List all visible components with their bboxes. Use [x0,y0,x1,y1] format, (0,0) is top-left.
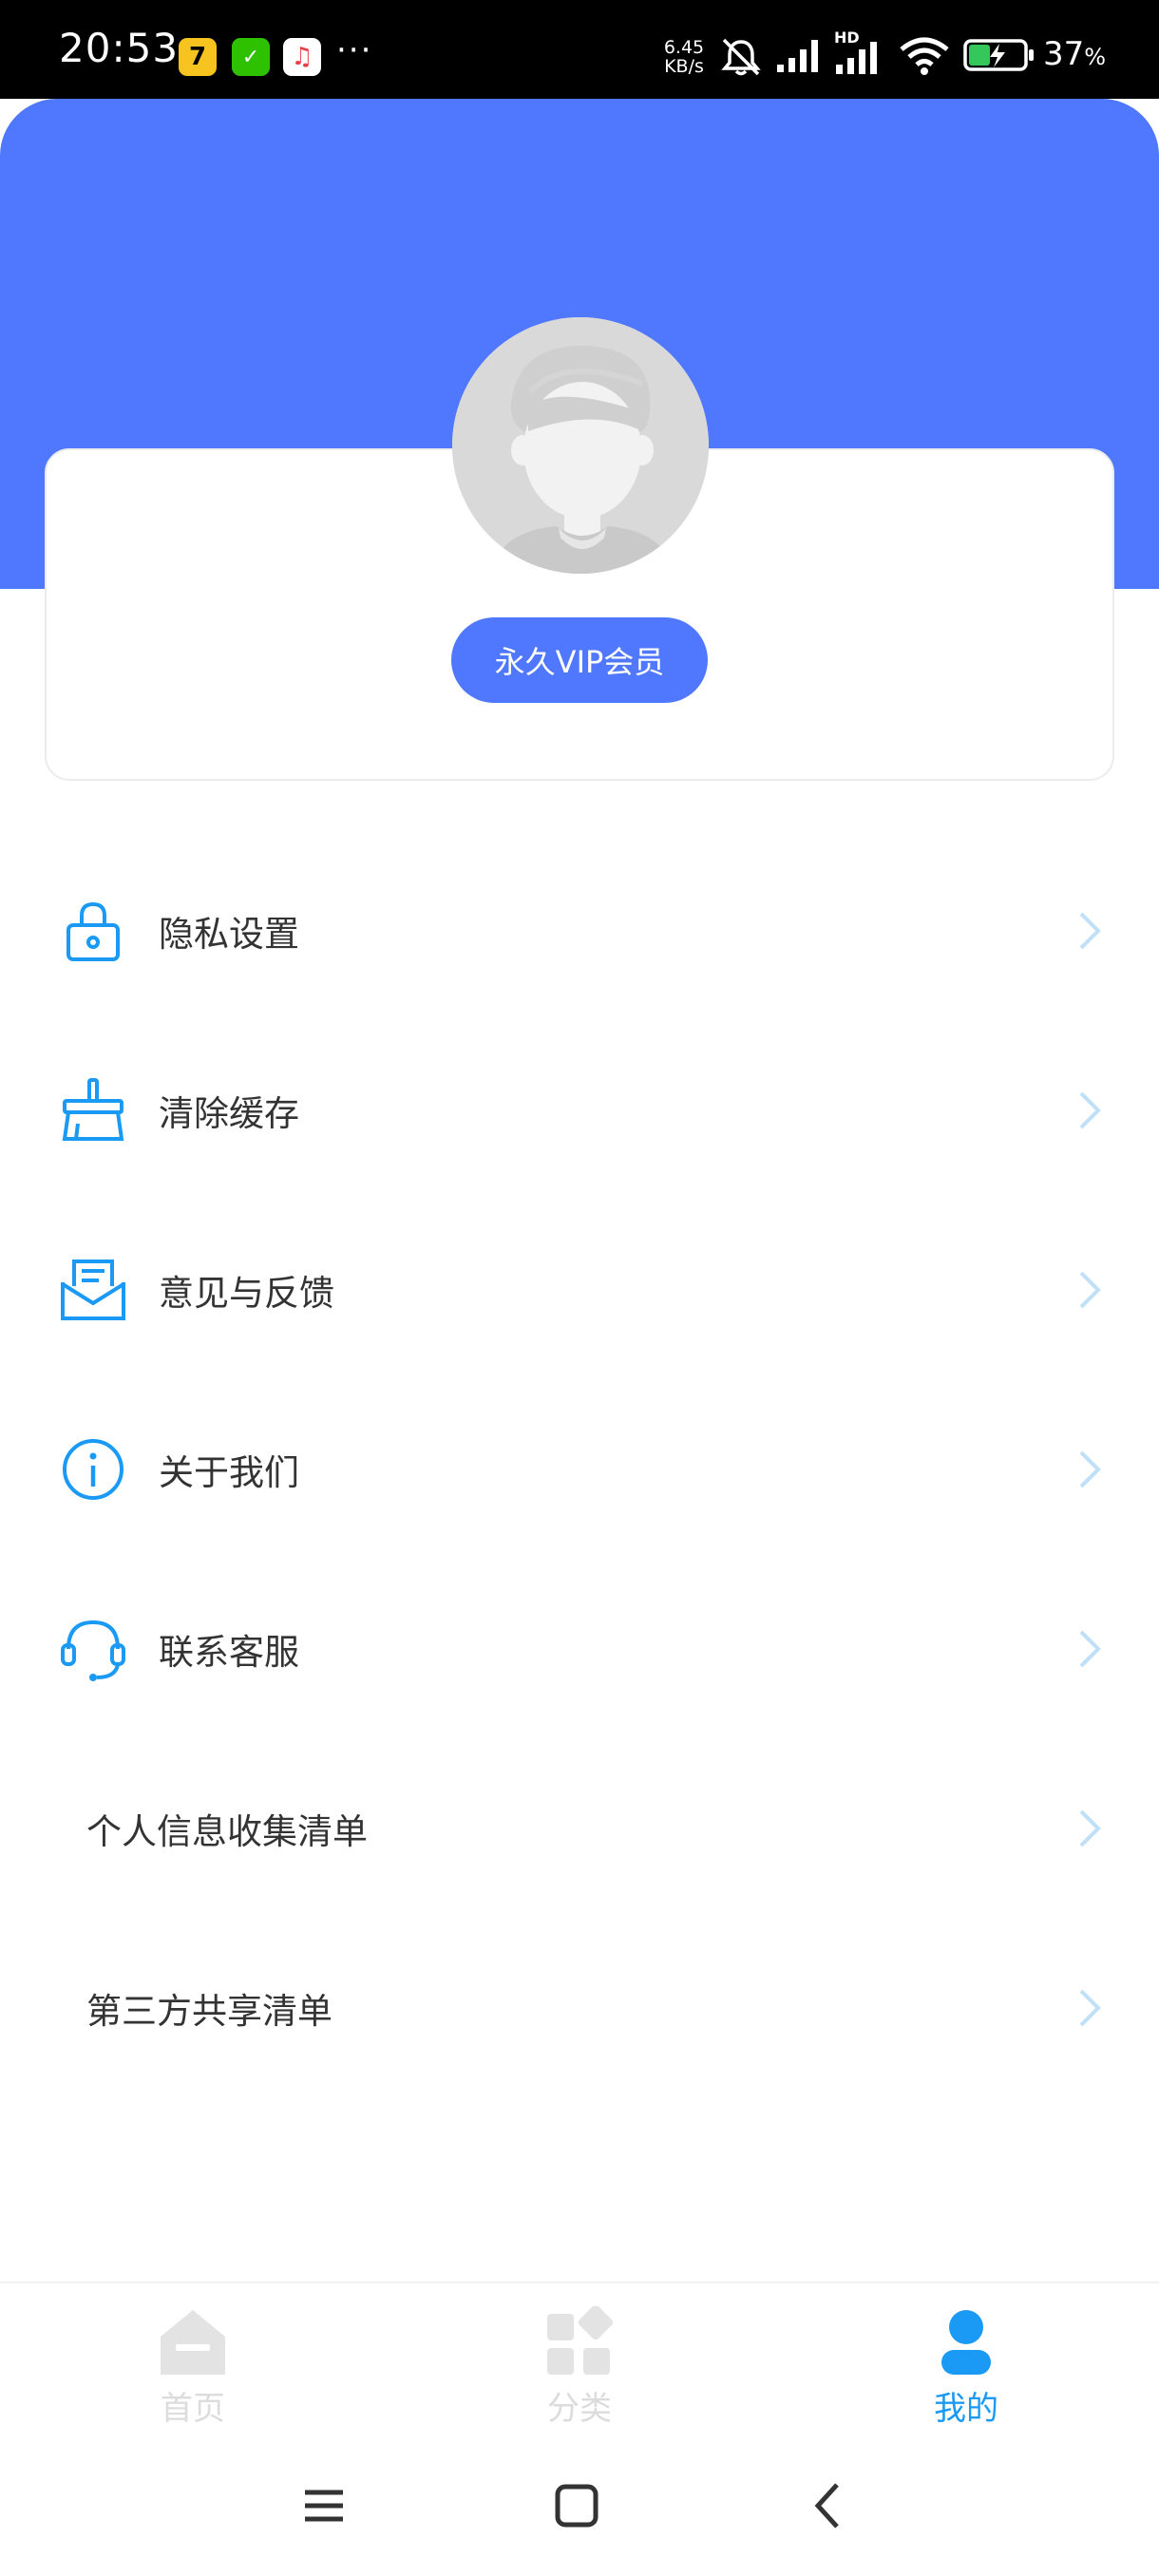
menu-item-personal-info-list[interactable]: 个人信息收集清单 [0,1752,1159,1904]
menu-item-label: 意见与反馈 [159,1273,334,1314]
battery-percent-sign: % [1084,44,1107,70]
category-icon [547,2306,614,2375]
app-notification-icon: 7 [179,38,217,76]
tab-category[interactable]: 分类 [456,2283,703,2445]
network-speed-value: 6.45 [663,37,705,58]
broom-icon [62,1078,124,1141]
chevron-right-icon [1079,1809,1101,1847]
headset-icon [61,1619,125,1681]
menu-item-label: 第三方共享清单 [86,1991,332,2032]
wifi-icon [900,37,949,75]
menu-item-clear-cache[interactable]: 清除缓存 [0,1034,1159,1186]
menu-item-about-us[interactable]: 关于我们 [0,1393,1159,1545]
home-icon [161,2310,225,2375]
mute-icon [721,38,761,76]
info-icon [63,1439,124,1500]
menu-item-third-party-sharing-list[interactable]: 第三方共享清单 [0,1932,1159,2084]
menu-icon[interactable] [295,2477,352,2534]
menu-item-label: 个人信息收集清单 [86,1811,368,1852]
tab-label: 首页 [161,2390,225,2428]
tab-label: 分类 [547,2390,612,2428]
user-icon [941,2310,991,2375]
menu-item-label: 隐私设置 [159,914,299,955]
menu-item-label: 关于我们 [159,1452,299,1493]
more-notifications-icon: ··· [336,31,373,69]
home-button-icon[interactable] [548,2477,605,2534]
tab-label: 我的 [934,2390,998,2428]
tab-me[interactable]: 我的 [843,2283,1090,2445]
music-notification-icon: ♫ [283,38,321,76]
battery-percent-value: 37 [1043,35,1085,73]
chevron-right-icon [1079,1091,1101,1129]
network-speed-unit: KB/s [664,56,704,77]
signal-1-icon [777,40,818,72]
avatar[interactable] [452,317,709,574]
network-speed: 6.45 KB/s [656,38,712,76]
battery-percent: 37% [1043,38,1106,70]
menu-item-contact-support[interactable]: 联系客服 [0,1573,1159,1725]
menu-item-privacy-settings[interactable]: 隐私设置 [0,855,1159,1007]
chevron-right-icon [1079,1450,1101,1488]
wechat-notification-icon: ✓ [232,38,270,76]
menu-item-feedback[interactable]: 意见与反馈 [0,1214,1159,1366]
status-time: 20:53 [59,25,180,71]
system-nav-bar [0,2443,1159,2576]
tab-home[interactable]: 首页 [69,2283,316,2445]
chevron-right-icon [1079,912,1101,950]
menu-item-label: 清除缓存 [159,1093,299,1134]
mail-icon [61,1260,125,1320]
lock-icon [66,901,120,961]
bottom-nav: 首页 分类 我的 [0,2282,1159,2443]
menu-item-label: 联系客服 [159,1632,299,1673]
battery-icon [963,39,1034,71]
back-icon[interactable] [801,2477,858,2534]
chevron-right-icon [1079,1271,1101,1309]
vip-badge[interactable]: 永久VIP会员 [451,617,708,703]
signal-2-icon [836,42,877,74]
default-avatar-icon [452,317,709,574]
chevron-right-icon [1079,1989,1101,2027]
chevron-right-icon [1079,1630,1101,1668]
status-bar: 20:53 7 ✓ ♫ ··· 6.45 KB/s HD 37% [0,0,1159,99]
